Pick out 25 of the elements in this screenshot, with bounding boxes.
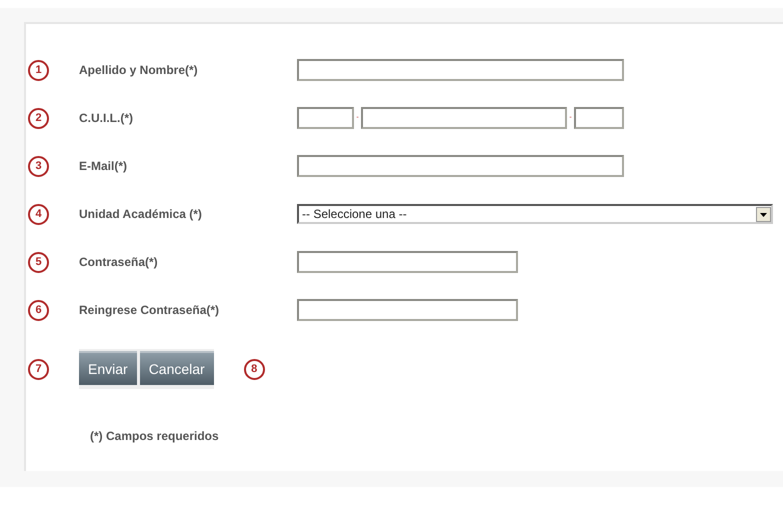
step-number: 8	[244, 358, 265, 380]
step-number: 2	[28, 108, 49, 128]
field-label: E-Mail(*)	[79, 159, 128, 173]
field-label: Apellido y Nombre(*)	[79, 63, 199, 77]
step-number: 4	[28, 204, 49, 224]
form-button[interactable]: Enviar	[79, 351, 137, 385]
step-number: 5	[28, 252, 49, 272]
field-label: Contraseña(*)	[79, 255, 159, 269]
field-label: Reingrese Contraseña(*)	[79, 303, 220, 317]
step-number: 3	[28, 156, 49, 176]
step-number: 7	[28, 358, 49, 380]
step-number: 6	[28, 300, 49, 320]
field-label: Unidad Académica (*)	[79, 207, 203, 221]
text-field[interactable]	[297, 59, 624, 81]
text-field[interactable]	[297, 155, 624, 177]
cuil-prefix-field[interactable]	[297, 107, 354, 129]
password-field[interactable]	[297, 251, 518, 273]
required-note: (*) Campos requeridos	[90, 429, 220, 443]
field-label: C.U.I.L.(*)	[79, 111, 134, 125]
cuil-number-field[interactable]	[361, 107, 567, 129]
dropdown[interactable]: -- Seleccione una --	[297, 204, 773, 224]
password-field[interactable]	[297, 299, 518, 321]
form-button[interactable]: Cancelar	[140, 351, 214, 385]
cuil-check-digit-field[interactable]	[574, 107, 624, 129]
step-number: 1	[28, 60, 49, 80]
